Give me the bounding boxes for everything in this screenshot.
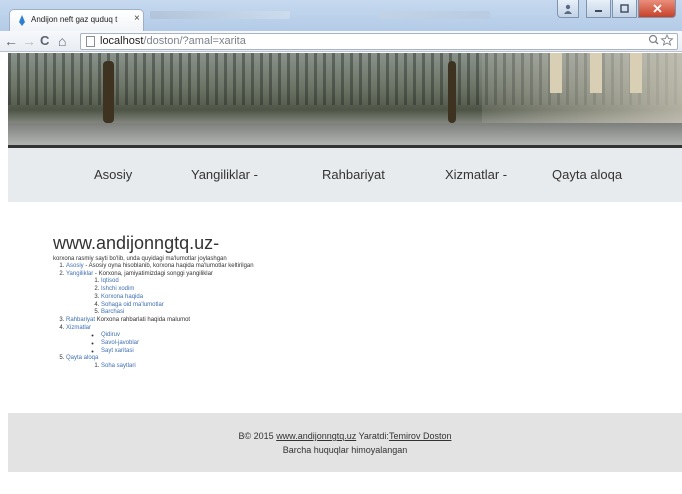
sitemap-sublink[interactable]: Sayt xaritasi bbox=[101, 348, 134, 354]
footer-site-link[interactable]: www.andijonngtq.uz bbox=[276, 431, 356, 441]
footer-prefix: B© 2015 bbox=[238, 431, 277, 441]
nav-yangiliklar-dropdown[interactable]: Yangiliklar - bbox=[191, 167, 258, 182]
user-profile-icon[interactable] bbox=[557, 0, 579, 18]
list-item: Sayt xaritasi bbox=[101, 348, 653, 356]
sitemap-link-qayta-aloqa[interactable]: Qayta aloqa bbox=[66, 355, 98, 361]
page-footer: B© 2015 www.andijonngtq.uz Yaratdi:Temir… bbox=[8, 413, 682, 472]
sitemap-sublink[interactable]: Korxona haqida bbox=[101, 294, 143, 300]
reload-icon[interactable]: C bbox=[40, 33, 49, 49]
nav-asosiy[interactable]: Asosiy bbox=[94, 167, 132, 182]
list-item: Rahbariyat Korxona rahbarlati haqida mal… bbox=[66, 317, 653, 325]
browser-titlebar: Andijon neft gaz quduq t × bbox=[0, 0, 682, 31]
list-item: Qayta aloqa Soha saytlari bbox=[66, 355, 653, 370]
list-item: Yangiliklar - Korxona, jamiyatimizdagi s… bbox=[66, 271, 653, 317]
list-item: Savol-javoblar bbox=[101, 340, 653, 348]
footer-copyright: B© 2015 www.andijonngtq.uz Yaratdi:Temir… bbox=[8, 431, 682, 441]
footer-made-by: Yaratdi: bbox=[356, 431, 389, 441]
sitemap-sublink[interactable]: Sohaga oid ma'lumotlar bbox=[101, 302, 164, 308]
list-item: Ishchi xodim bbox=[101, 286, 653, 294]
url-path: /doston/?amal=xarita bbox=[143, 35, 246, 47]
sitemap-list: Asosiy - Asosiy oyna hisoblanib, korxona… bbox=[66, 263, 653, 371]
list-item: Iqtisod bbox=[101, 278, 653, 286]
url-text: localhost/doston/?amal=xarita bbox=[100, 35, 246, 47]
list-item: Soha saytlari bbox=[101, 363, 653, 371]
minimize-icon[interactable] bbox=[586, 0, 611, 18]
zoom-and-bookmark-icons[interactable] bbox=[648, 33, 674, 49]
nav-xizmatlar-dropdown[interactable]: Xizmatlar - bbox=[445, 167, 507, 182]
sublist: Qidiruv Savol-javoblar Sayt xaritasi bbox=[101, 332, 653, 355]
sitemap-desc: - Korxona, jamiyatimizdagi songgi yangil… bbox=[93, 270, 213, 277]
sitemap-link-asosiy[interactable]: Asosiy bbox=[66, 263, 84, 269]
browser-toolbar: ← → C ⌂ localhost/doston/?amal=xarita bbox=[0, 31, 682, 52]
sitemap-sublink[interactable]: Savol-javoblar bbox=[101, 340, 139, 346]
sublist: Iqtisod Ishchi xodim Korxona haqida Soha… bbox=[101, 278, 653, 317]
list-item: Asosiy - Asosiy oyna hisoblanib, korxona… bbox=[66, 263, 653, 271]
browser-tab[interactable]: Andijon neft gaz quduq t × bbox=[9, 9, 144, 31]
footer-author-link[interactable]: Temirov Doston bbox=[389, 431, 452, 441]
sitemap-intro: korxona rasmiy sayti bo'lib, unda quyida… bbox=[53, 256, 227, 262]
address-bar[interactable]: localhost/doston/?amal=xarita bbox=[80, 33, 678, 50]
close-window-icon[interactable] bbox=[638, 0, 676, 18]
list-item: Barchasi bbox=[101, 309, 653, 317]
list-item: Xizmatlar Qidiruv Savol-javoblar Sayt xa… bbox=[66, 325, 653, 356]
list-item: Qidiruv bbox=[101, 332, 653, 340]
nav-qayta-aloqa[interactable]: Qayta aloqa bbox=[552, 167, 622, 182]
maximize-icon[interactable] bbox=[612, 0, 637, 18]
page-icon bbox=[86, 36, 95, 47]
nav-rahbariyat[interactable]: Rahbariyat bbox=[322, 167, 385, 182]
sitemap-desc: - Asosiy oyna hisoblanib, korxona haqida… bbox=[83, 263, 254, 269]
sitemap-content: www.andijonngtq.uz- korxona rasmiy sayti… bbox=[53, 233, 653, 371]
sitemap-link-rahbariyat[interactable]: Rahbariyat bbox=[66, 317, 95, 323]
main-navbar: Asosiy Yangiliklar - Rahbariyat Xizmatla… bbox=[8, 148, 682, 202]
list-item: Sohaga oid ma'lumotlar bbox=[101, 302, 653, 310]
tab-close-icon[interactable]: × bbox=[134, 13, 140, 24]
sitemap-sublink[interactable]: Ishchi xodim bbox=[101, 286, 134, 292]
home-icon[interactable]: ⌂ bbox=[58, 33, 66, 49]
sitemap-sublink[interactable]: Iqtisod bbox=[101, 278, 119, 284]
sitemap-desc: Korxona rahbarlati haqida malumot bbox=[95, 316, 191, 323]
list-item: Korxona haqida bbox=[101, 294, 653, 302]
sitemap-sublink[interactable]: Qidiruv bbox=[101, 332, 120, 338]
tab-title: Andijon neft gaz quduq t bbox=[31, 15, 118, 24]
favicon-icon bbox=[19, 15, 25, 26]
header-banner-image bbox=[8, 53, 682, 148]
sitemap-sublink[interactable]: Barchasi bbox=[101, 309, 124, 315]
back-arrow-icon[interactable]: ← bbox=[4, 33, 18, 49]
footer-rights: Barcha huquqlar himoyalangan bbox=[282, 445, 408, 455]
window-controls bbox=[557, 0, 676, 20]
blurred-tab bbox=[380, 11, 490, 19]
url-host: localhost bbox=[100, 35, 144, 47]
blurred-tab bbox=[150, 11, 290, 19]
forward-arrow-icon[interactable]: → bbox=[22, 33, 36, 49]
page-title: www.andijonngtq.uz- bbox=[53, 233, 220, 253]
sitemap-link-yangiliklar[interactable]: Yangiliklar bbox=[66, 271, 93, 277]
sitemap-sublink[interactable]: Soha saytlari bbox=[101, 363, 136, 369]
sitemap-link-xizmatlar[interactable]: Xizmatlar bbox=[66, 325, 91, 331]
sublist: Soha saytlari bbox=[101, 363, 653, 371]
